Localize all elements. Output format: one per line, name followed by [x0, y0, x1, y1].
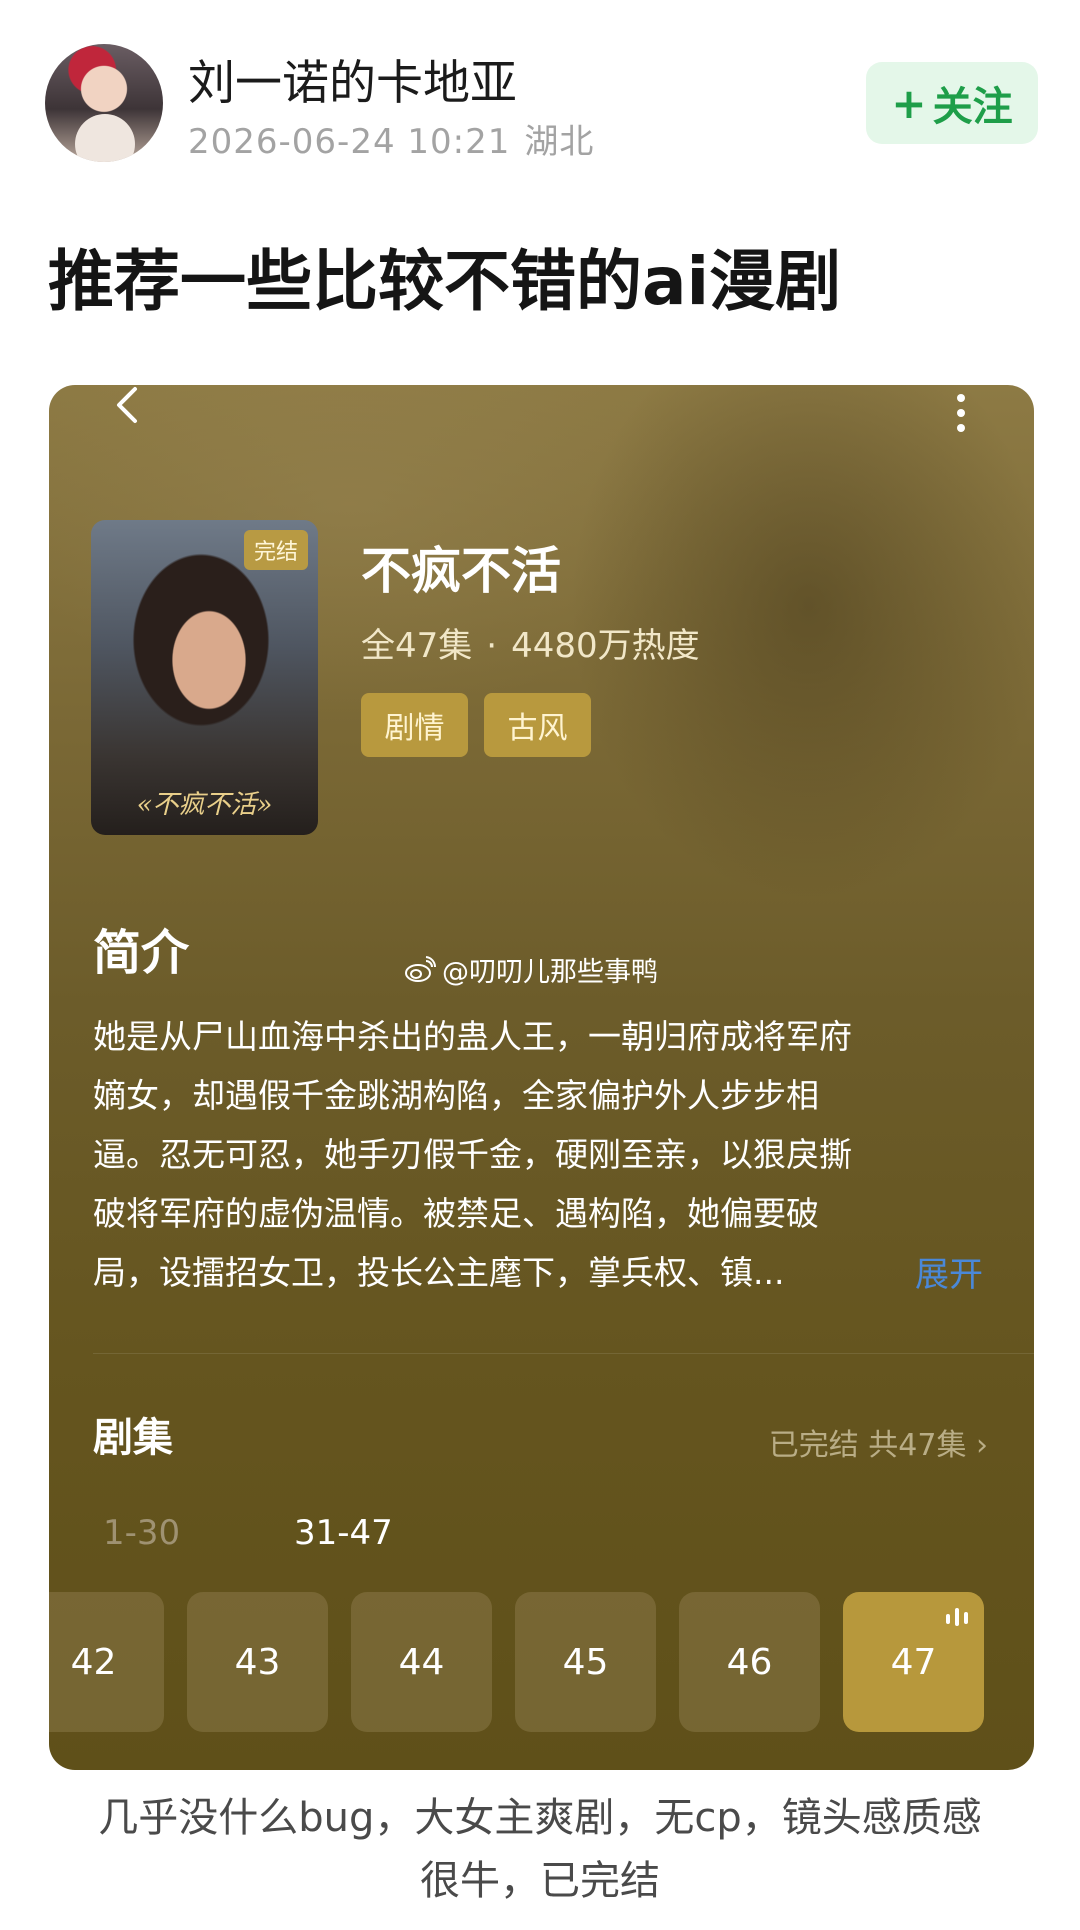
follow-label: 关注 — [932, 84, 1013, 130]
audio-bars-icon — [946, 1608, 968, 1626]
post-meta: 2026-06-24 10:21 湖北 — [188, 114, 594, 163]
range-tab-1-30[interactable]: 1-30 — [103, 1513, 180, 1553]
drama-cover[interactable]: 完结 «不疯不活» — [91, 520, 318, 835]
episode-count: 全47集 — [361, 626, 473, 666]
post-datetime: 2026-06-24 10:21 — [188, 122, 511, 162]
episodes-heading: 剧集 — [93, 1415, 173, 1461]
drama-stats: 全47集 · 4480万热度 — [361, 618, 700, 667]
expand-link[interactable]: 展开 — [915, 1247, 983, 1296]
range-tab-31-47[interactable]: 31-47 — [294, 1513, 393, 1553]
divider — [93, 1353, 1034, 1354]
episode-button[interactable]: 43 — [187, 1592, 328, 1732]
heat-value: 4480万热度 — [511, 626, 700, 666]
avatar[interactable] — [45, 44, 163, 162]
episode-button-active[interactable]: 47 — [843, 1592, 984, 1732]
watermark-text: @叨叨儿那些事鸭 — [442, 957, 658, 988]
intro-line: 破将军府的虚伪温情。被禁足、遇构陷，她偏要破 — [93, 1194, 819, 1233]
episode-number: 47 — [890, 1641, 937, 1683]
intro-line: 逼。忍无可忍，她手刃假千金，硬刚至亲，以狠戾撕 — [93, 1135, 852, 1174]
plus-icon: + — [891, 78, 927, 128]
completed-badge: 完结 — [243, 530, 308, 570]
separator-dot: · — [486, 626, 498, 666]
drama-screenshot-card: 完结 «不疯不活» 不疯不活 全47集 · 4480万热度 剧情 古风 简介 @叨叨… — [49, 385, 1034, 1770]
weibo-icon — [405, 955, 436, 982]
watermark: @叨叨儿那些事鸭 — [404, 950, 658, 989]
episode-list: 42 43 44 45 46 47 — [49, 1592, 984, 1732]
more-vertical-icon[interactable] — [954, 393, 968, 433]
episode-button[interactable]: 46 — [679, 1592, 820, 1732]
tag-ancient-style[interactable]: 古风 — [484, 693, 591, 757]
episode-button[interactable]: 44 — [351, 1592, 492, 1732]
drama-title: 不疯不活 — [361, 542, 561, 600]
intro-text: 她是从尸山血海中杀出的蛊人王，一朝归府成将军府 嫡女，却遇假千金跳湖构陷，全家偏… — [93, 1007, 1003, 1302]
intro-line: 嫡女，却遇假千金跳湖构陷，全家偏护外人步步相 — [93, 1076, 819, 1115]
follow-button[interactable]: + 关注 — [866, 62, 1038, 144]
intro-heading: 简介 — [93, 925, 190, 981]
caption-line: 几乎没什么bug，大女主爽剧，无cp，镜头感质感 — [98, 1795, 982, 1841]
intro-line: 她是从尸山血海中杀出的蛊人王，一朝归府成将军府 — [93, 1017, 852, 1056]
episode-button[interactable]: 42 — [49, 1592, 164, 1732]
tag-list: 剧情 古风 — [361, 693, 591, 757]
caption-line: 很牛，已完结 — [420, 1858, 660, 1904]
username[interactable]: 刘一诺的卡地亚 — [188, 44, 517, 113]
tag-plot[interactable]: 剧情 — [361, 693, 468, 757]
cover-title: «不疯不活» — [136, 790, 273, 820]
episode-button[interactable]: 45 — [515, 1592, 656, 1732]
chevron-left-icon[interactable] — [109, 385, 149, 425]
post-title: 推荐一些比较不错的ai漫剧 — [48, 243, 842, 320]
intro-line: 局，设擂招女卫，投长公主麾下，掌兵权、镇... — [93, 1253, 785, 1292]
post-location: 湖北 — [524, 122, 595, 162]
post-caption: 几乎没什么bug，大女主爽剧，无cp，镜头感质感 很牛，已完结 — [40, 1787, 1040, 1913]
episodes-summary-link[interactable]: 已完结 共47集 › — [769, 1420, 988, 1464]
